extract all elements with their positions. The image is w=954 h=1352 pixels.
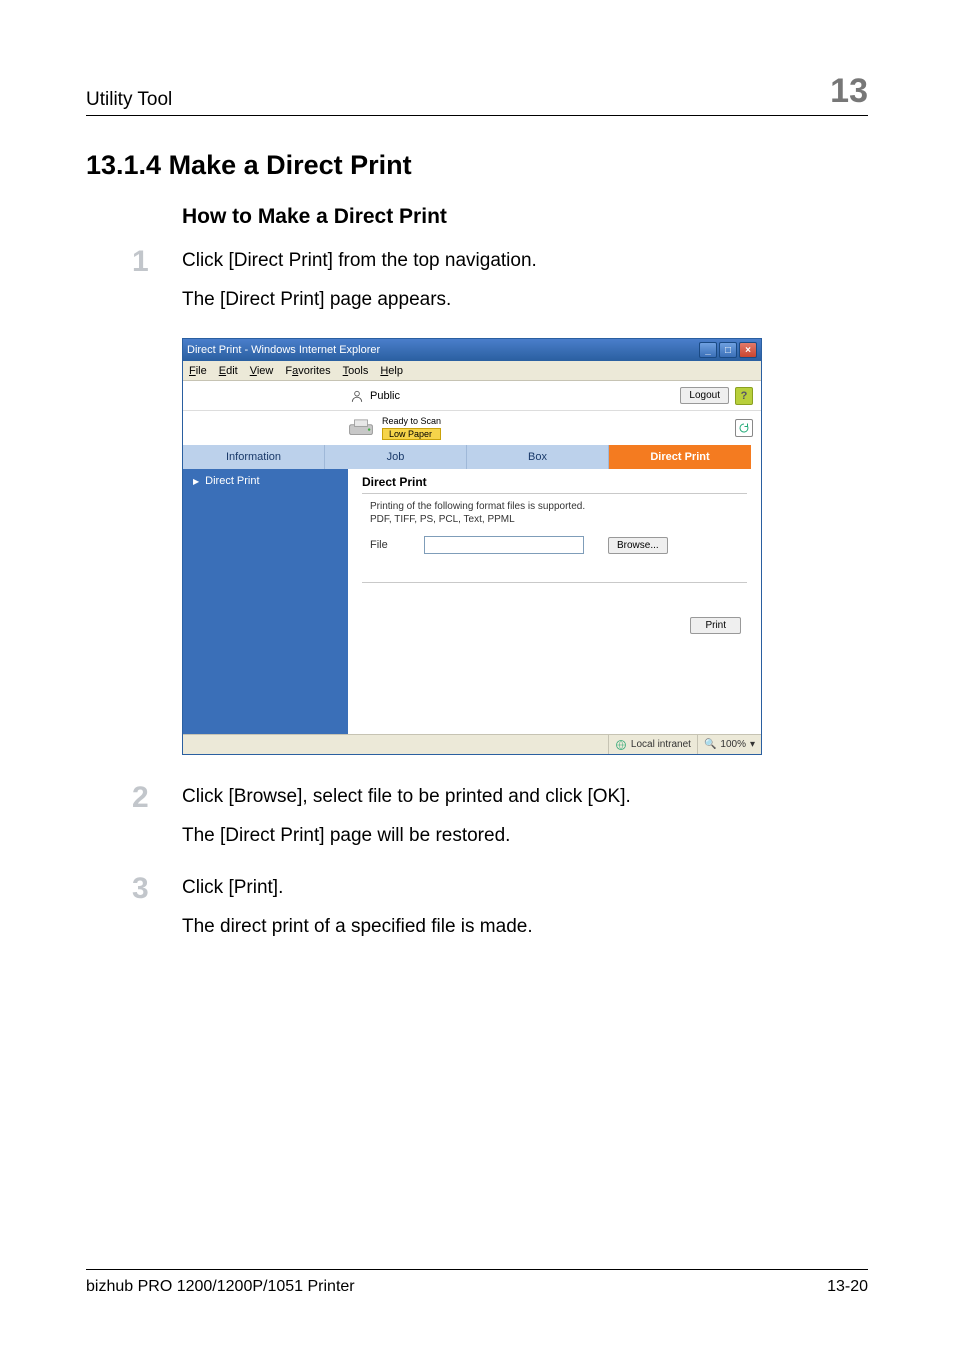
menu-help[interactable]: Help: [380, 365, 403, 377]
menu-bar: File Edit View Favorites Tools Help: [183, 361, 761, 381]
step-2-line-2: The [Direct Print] page will be restored…: [182, 822, 868, 851]
printer-icon: [348, 418, 374, 438]
tab-job[interactable]: Job: [325, 445, 467, 469]
minimize-button[interactable]: _: [699, 342, 717, 358]
menu-favorites[interactable]: Favorites: [285, 365, 330, 377]
menu-tools[interactable]: Tools: [343, 365, 369, 377]
section-title: 13.1.4 Make a Direct Print: [86, 150, 868, 181]
user-label: Public: [370, 390, 400, 402]
refresh-icon: [738, 422, 750, 434]
close-button[interactable]: ×: [739, 342, 757, 358]
tab-direct-print[interactable]: Direct Print: [609, 445, 751, 469]
zoom-dropdown[interactable]: ▾: [750, 739, 755, 750]
tab-information[interactable]: Information: [183, 445, 325, 469]
window-title: Direct Print - Windows Internet Explorer: [187, 344, 380, 356]
step-number-3: 3: [132, 874, 182, 904]
menu-view[interactable]: View: [250, 365, 274, 377]
chapter-number: 13: [830, 72, 868, 111]
print-button[interactable]: Print: [690, 617, 741, 634]
sidebar: Direct Print: [183, 469, 348, 734]
step-2-line-1: Click [Browse], select file to be printe…: [182, 783, 868, 812]
menu-edit[interactable]: Edit: [219, 365, 238, 377]
file-path-input[interactable]: [424, 536, 584, 554]
zoom-value: 100%: [720, 739, 746, 750]
status-zone-label: Local intranet: [631, 739, 691, 750]
content-desc-2: PDF, TIFF, PS, PCL, Text, PPML: [362, 513, 747, 526]
status-ready: Ready to Scan: [382, 416, 441, 426]
user-icon: [350, 389, 364, 403]
window-titlebar: Direct Print - Windows Internet Explorer…: [183, 339, 761, 361]
subsection-title: How to Make a Direct Print: [182, 205, 868, 229]
content-desc-1: Printing of the following format files i…: [362, 500, 747, 513]
content-title: Direct Print: [362, 475, 747, 489]
footer-page-number: 13-20: [827, 1278, 868, 1296]
step-number-1: 1: [132, 247, 182, 277]
browse-button[interactable]: Browse...: [608, 537, 668, 554]
refresh-button[interactable]: [735, 419, 753, 437]
zoom-indicator[interactable]: 🔍: [704, 739, 716, 750]
step-3-line-2: The direct print of a specified file is …: [182, 913, 868, 942]
footer-model: bizhub PRO 1200/1200P/1051 Printer: [86, 1278, 355, 1296]
breadcrumb: Utility Tool: [86, 89, 172, 111]
step-1-line-1: Click [Direct Print] from the top naviga…: [182, 247, 868, 276]
status-low-paper: Low Paper: [382, 428, 441, 440]
step-number-2: 2: [132, 783, 182, 813]
help-button[interactable]: ?: [735, 387, 753, 405]
maximize-button[interactable]: □: [719, 342, 737, 358]
ie-statusbar: Local intranet 🔍 100% ▾: [183, 734, 761, 754]
logout-button[interactable]: Logout: [680, 387, 729, 404]
menu-file[interactable]: File: [189, 365, 207, 377]
sidebar-item-direct-print[interactable]: Direct Print: [183, 469, 348, 493]
intranet-icon: [615, 739, 627, 751]
step-1-line-2: The [Direct Print] page appears.: [182, 286, 868, 315]
file-label: File: [370, 539, 400, 551]
tab-box[interactable]: Box: [467, 445, 609, 469]
step-3-line-1: Click [Print].: [182, 874, 868, 903]
ie-window: Direct Print - Windows Internet Explorer…: [182, 338, 762, 755]
